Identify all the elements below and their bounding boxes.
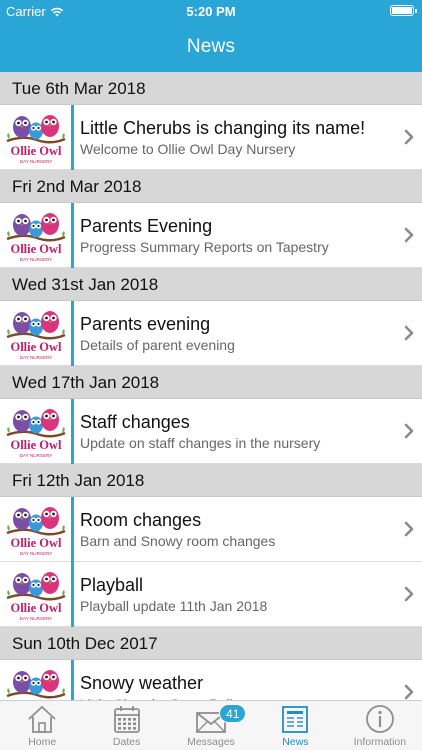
section-date-header: Fri 12th Jan 2018	[0, 464, 422, 497]
ollie-owl-logo: Ollie OwlDAY NURSERY	[0, 300, 74, 366]
news-item-row[interactable]: Ollie Owl DAY NURSERY Parents Evening Progr…	[0, 202, 422, 268]
ollie-owl-logo: Ollie OwlDAY NURSERY	[0, 104, 74, 170]
svg-text:DAY NURSERY: DAY NURSERY	[19, 159, 52, 164]
info-icon	[363, 704, 397, 736]
page-title: News	[186, 36, 236, 57]
svg-text:DAY NURSERY: DAY NURSERY	[19, 551, 52, 556]
news-item-title: Parents Evening	[80, 215, 213, 236]
section-date-header: Sun 10th Dec 2017	[0, 627, 422, 660]
svg-text:Ollie Owl: Ollie Owl	[10, 536, 62, 550]
svg-text:DAY NURSERY: DAY NURSERY	[19, 453, 52, 458]
news-item-subtitle: Welcome to Ollie Owl Day Nursery	[80, 140, 296, 157]
svg-text:DAY NURSERY: DAY NURSERY	[19, 257, 52, 262]
news-item-row[interactable]: Ollie Owl DAY NURSERY Little Cherubs is ch…	[0, 104, 422, 170]
svg-text:Ollie Owl: Ollie Owl	[10, 144, 62, 158]
news-item-text: Room changes Barn and Snowy room changes	[74, 510, 396, 549]
news-item-text: Snowy weatherLittle Cherubs Snow Policy	[74, 673, 396, 701]
news-item-row[interactable]: Ollie Owl DAY NURSERY Playball Playball upd…	[0, 561, 422, 627]
ollie-owl-logo: Ollie OwlDAY NURSERY	[0, 202, 74, 268]
news-item-row[interactable]: Ollie Owl DAY NURSERY Parents evening Detai…	[0, 300, 422, 366]
svg-text:Ollie Owl: Ollie Owl	[10, 438, 62, 452]
news-item-title: Room changes	[80, 509, 202, 530]
chevron-right-icon	[396, 227, 422, 243]
news-item-row[interactable]: Ollie Owl DAY NURSERY Staff changes Update …	[0, 398, 422, 464]
tab-dates[interactable]: Dates	[84, 701, 168, 750]
tab-news[interactable]: News	[253, 701, 337, 750]
tab-label: Home	[28, 736, 57, 748]
news-item-subtitle: Barn and Snowy room changes	[80, 532, 276, 549]
clock: 5:20 PM	[186, 4, 236, 19]
news-item-row[interactable]: Ollie Owl DAY NURSERY Room changes Barn and…	[0, 496, 422, 562]
news-item-subtitle: Update on staff changes in the nursery	[80, 434, 321, 451]
chevron-right-icon	[396, 423, 422, 439]
news-item-text: Playball Playball update 11th Jan 2018	[74, 575, 396, 614]
svg-text:Ollie Owl: Ollie Owl	[10, 340, 62, 354]
section-date-header: Tue 6th Mar 2018	[0, 72, 422, 105]
news-item-text: Parents Evening Progress Summary Reports …	[74, 216, 396, 255]
ollie-owl-logo: Ollie OwlDAY NURSERY	[0, 659, 74, 700]
news-item-title: Little Cherubs is changing its name!	[80, 117, 366, 138]
home-icon	[25, 704, 59, 736]
svg-text:DAY NURSERY: DAY NURSERY	[19, 616, 52, 621]
newspaper-icon	[278, 704, 312, 736]
tab-messages[interactable]: Messages 41	[169, 701, 253, 750]
news-item-text: Staff changes Update on staff changes in …	[74, 412, 396, 451]
news-item-subtitle: Playball update 11th Jan 2018	[80, 597, 268, 614]
tab-label: Dates	[112, 736, 141, 748]
calendar-icon	[110, 704, 144, 736]
news-item-title: Staff changes	[80, 411, 190, 432]
status-bar: Carrier 5:20 PM	[0, 0, 422, 22]
news-list[interactable]: Tue 6th Mar 2018 Ollie Owl DAY NURSERY Litt…	[0, 72, 422, 700]
svg-text:DAY NURSERY: DAY NURSERY	[19, 355, 52, 360]
ollie-owl-logo: Ollie OwlDAY NURSERY	[0, 398, 74, 464]
ollie-owl-logo: Ollie OwlDAY NURSERY	[0, 496, 74, 562]
news-item-title: Playball	[80, 574, 144, 595]
news-item-title: Snowy weather	[80, 672, 204, 693]
svg-text:Ollie Owl: Ollie Owl	[10, 601, 62, 615]
chevron-right-icon	[396, 684, 422, 700]
news-item-title: Parents evening	[80, 313, 211, 334]
chevron-right-icon	[396, 586, 422, 602]
news-item-text: Little Cherubs is changing its name! Welc…	[74, 118, 396, 157]
tab-label: Messages	[187, 736, 235, 748]
tab-label: News	[282, 736, 309, 748]
ollie-owl-logo: Ollie OwlDAY NURSERY	[0, 561, 74, 627]
tab-bar: Home Dates Messages 41 News Information	[0, 700, 422, 750]
chevron-right-icon	[396, 521, 422, 537]
unread-count-badge: 41	[219, 704, 247, 723]
section-date-header: Fri 2nd Mar 2018	[0, 170, 422, 203]
section-date-header: Wed 17th Jan 2018	[0, 366, 422, 399]
news-item-subtitle: Details of parent evening	[80, 336, 235, 353]
tab-information[interactable]: Information	[338, 701, 422, 750]
section-date-header: Wed 31st Jan 2018	[0, 268, 422, 301]
news-item-subtitle: Progress Summary Reports on Tapestry	[80, 238, 329, 255]
tab-home[interactable]: Home	[0, 701, 84, 750]
tab-label: Information	[353, 736, 407, 748]
chevron-right-icon	[396, 129, 422, 145]
news-item-text: Parents evening Details of parent evening	[74, 314, 396, 353]
battery-icon	[390, 5, 417, 16]
news-item-row[interactable]: Ollie OwlDAY NURSERYSnowy weatherLittle …	[0, 659, 422, 701]
chevron-right-icon	[396, 325, 422, 341]
navigation-header: Carrier 5:20 PM News	[0, 0, 422, 72]
svg-text:Ollie Owl: Ollie Owl	[10, 242, 62, 256]
